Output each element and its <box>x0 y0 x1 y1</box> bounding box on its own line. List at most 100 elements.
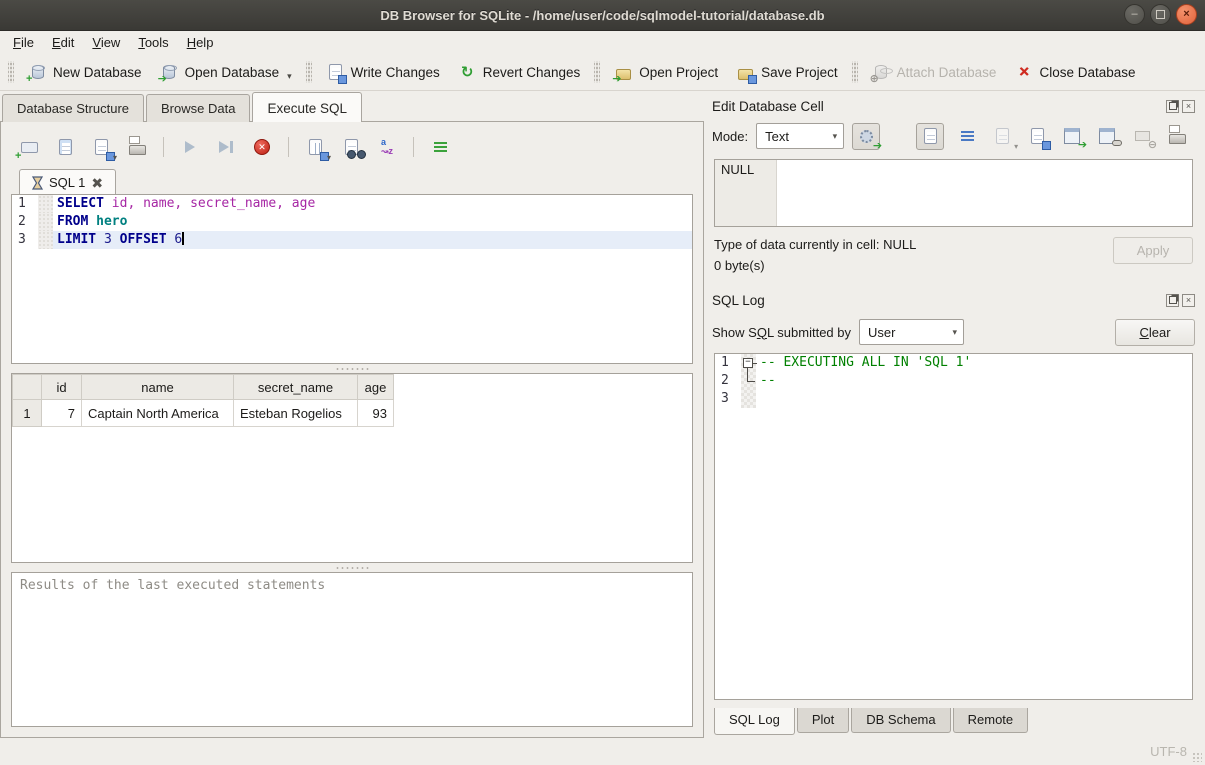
tab-sql-1[interactable]: SQL 1 ✖ <box>19 169 116 195</box>
tab-sql-log[interactable]: SQL Log <box>714 708 795 735</box>
fold-tail-line <box>747 368 755 382</box>
cell-size-info: 0 byte(s) <box>714 258 1113 273</box>
tab-plot[interactable]: Plot <box>797 708 849 733</box>
sql-editor[interactable]: 1SELECT id, name, secret_name, age2FROM … <box>11 194 693 364</box>
toolbar-handle[interactable] <box>852 61 858 83</box>
open-external-icon[interactable]: ➔ <box>1060 124 1084 148</box>
resize-grip[interactable] <box>1192 752 1202 762</box>
code-line[interactable]: 3LIMIT 3 OFFSET 6 <box>12 231 692 249</box>
table-cell[interactable]: 93 <box>358 400 394 427</box>
encoding-indicator[interactable]: UTF-8 <box>1150 744 1187 759</box>
code-line[interactable]: 2-- <box>715 372 1192 390</box>
open-sql-file-icon[interactable] <box>53 135 77 159</box>
code-line[interactable]: 1SELECT id, name, secret_name, age <box>12 195 692 213</box>
tab-remote[interactable]: Remote <box>953 708 1029 733</box>
clear-log-button[interactable]: Clear <box>1115 319 1195 346</box>
main-panel: Database Structure Browse Data Execute S… <box>0 91 704 738</box>
tab-execute-sql[interactable]: Execute SQL <box>252 92 362 122</box>
column-header-name[interactable]: name <box>82 375 234 400</box>
cell-editor-icons: ▾ ➔ ⊖ <box>916 123 1189 150</box>
tab-browse-data[interactable]: Browse Data <box>146 94 250 122</box>
menu-help[interactable]: Help <box>178 33 223 52</box>
toolbar-handle[interactable] <box>594 61 600 83</box>
set-link-icon[interactable] <box>1095 124 1119 148</box>
log-filter-select[interactable]: User ▾ <box>859 319 964 345</box>
toolbar-separator <box>163 137 164 157</box>
open-project-button[interactable]: ➔ Open Project <box>606 59 726 86</box>
minimize-icon[interactable]: – <box>1124 4 1145 25</box>
splitter-handle[interactable] <box>11 364 693 373</box>
float-panel-icon[interactable] <box>1166 100 1179 113</box>
print-icon[interactable] <box>125 135 149 159</box>
close-tab-icon[interactable]: ✖ <box>91 176 103 190</box>
window-controls: – × <box>1124 4 1197 25</box>
close-database-button[interactable]: × Close Database <box>1006 59 1143 86</box>
code-text: FROM hero <box>53 213 692 231</box>
write-changes-label: Write Changes <box>351 65 440 80</box>
new-database-button[interactable]: + New Database <box>20 59 150 86</box>
tab-db-schema[interactable]: DB Schema <box>851 708 950 733</box>
menu-tools[interactable]: Tools <box>129 33 177 52</box>
revert-changes-icon: ↻ <box>458 63 477 82</box>
cell-value-editor[interactable]: NULL <box>714 159 1193 227</box>
table-cell[interactable]: Esteban Rogelios <box>234 400 358 427</box>
fold-collapse-icon[interactable]: − <box>743 358 753 368</box>
line-number: 3 <box>715 390 741 408</box>
print-cell-icon[interactable] <box>1165 124 1189 148</box>
new-database-icon: + <box>28 63 47 82</box>
tab-database-structure[interactable]: Database Structure <box>2 94 144 122</box>
auto-apply-icon[interactable]: ➔ <box>852 123 880 150</box>
menu-view[interactable]: View <box>83 33 129 52</box>
find-icon[interactable] <box>339 135 363 159</box>
column-header-secret_name[interactable]: secret_name <box>234 375 358 400</box>
table-cell[interactable]: 7 <box>42 400 82 427</box>
window-title: DB Browser for SQLite - /home/user/code/… <box>380 8 824 23</box>
attach-database-button: ⊕ Attach Database <box>864 59 1005 86</box>
column-header-age[interactable]: age <box>358 375 394 400</box>
open-tab-icon[interactable]: + <box>17 135 41 159</box>
open-database-icon: ➔ <box>160 63 179 82</box>
save-project-button[interactable]: Save Project <box>728 59 846 86</box>
fold-margin <box>38 195 53 213</box>
word-wrap-icon[interactable] <box>955 124 979 148</box>
chevron-down-icon[interactable]: ▾ <box>287 71 292 82</box>
revert-changes-button[interactable]: ↻ Revert Changes <box>450 59 589 86</box>
maximize-icon[interactable] <box>1150 4 1171 25</box>
code-text <box>756 390 1192 408</box>
close-panel-icon[interactable]: × <box>1182 294 1195 307</box>
sql-log-controls: Show SQL submitted by User ▾ Clear <box>712 313 1195 351</box>
replace-icon[interactable]: a↝z <box>375 135 399 159</box>
toolbar-handle[interactable] <box>306 61 312 83</box>
code-line[interactable]: 2FROM hero <box>12 213 692 231</box>
format-sql-icon[interactable] <box>428 135 452 159</box>
sql-tab-label: SQL 1 <box>49 175 85 190</box>
results-table: idnamesecret_nameage 17Captain North Amer… <box>12 374 394 427</box>
save-sql-file-icon[interactable]: ▾ <box>89 135 113 159</box>
stop-icon[interactable]: ✕ <box>250 135 274 159</box>
table-cell[interactable]: Captain North America <box>82 400 234 427</box>
text-view-icon[interactable] <box>916 123 944 150</box>
code-text: -- EXECUTING ALL IN 'SQL 1' <box>756 354 1192 372</box>
export-data-icon[interactable] <box>1025 124 1049 148</box>
execution-message-area[interactable]: Results of the last executed statements <box>11 572 693 727</box>
sql-log-view[interactable]: 1−-- EXECUTING ALL IN 'SQL 1'2--3 <box>714 353 1193 700</box>
float-panel-icon[interactable] <box>1166 294 1179 307</box>
toolbar-handle[interactable] <box>8 61 14 83</box>
save-results-icon[interactable]: ▾ <box>303 135 327 159</box>
column-header-id[interactable]: id <box>42 375 82 400</box>
right-dock: Edit Database Cell × Mode: Text ▾ ➔ ▾ ➔ … <box>704 91 1205 738</box>
grid-corner-header[interactable] <box>13 375 42 400</box>
close-panel-icon[interactable]: × <box>1182 100 1195 113</box>
chevron-down-icon: ▾ <box>952 327 957 338</box>
code-text: SELECT id, name, secret_name, age <box>53 195 692 213</box>
splitter-handle[interactable] <box>11 563 693 572</box>
close-icon[interactable]: × <box>1176 4 1197 25</box>
row-header[interactable]: 1 <box>13 400 42 427</box>
menu-edit[interactable]: Edit <box>43 33 83 52</box>
code-line[interactable]: 1−-- EXECUTING ALL IN 'SQL 1' <box>715 354 1192 372</box>
menu-file[interactable]: File <box>4 33 43 52</box>
open-database-button[interactable]: ➔ Open Database ▾ <box>152 59 300 86</box>
mode-select[interactable]: Text ▾ <box>756 123 844 149</box>
code-line[interactable]: 3 <box>715 390 1192 408</box>
write-changes-button[interactable]: Write Changes <box>318 59 448 86</box>
